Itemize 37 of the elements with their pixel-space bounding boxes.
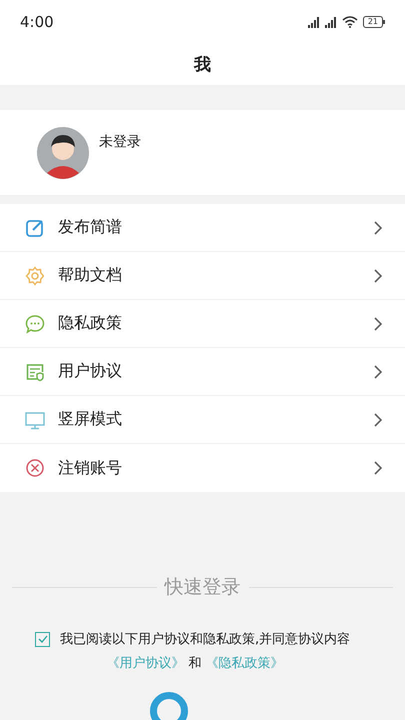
chevron-right-icon [373, 364, 383, 380]
edit-icon [25, 218, 45, 238]
chevron-right-icon [373, 268, 383, 284]
signal-icon [324, 16, 337, 28]
document-shield-icon [25, 362, 45, 382]
conjunction-text: 和 [188, 655, 202, 672]
menu-label: 发布简谱 [58, 217, 123, 238]
signal-icon [308, 16, 320, 28]
menu-item[interactable]: 发布简谱 [0, 204, 405, 252]
menu-label: 注销账号 [58, 458, 123, 478]
menu-label: 竖屏模式 [58, 409, 123, 430]
chevron-right-icon [373, 460, 383, 476]
page-title: 我 [194, 54, 211, 76]
menu-item[interactable]: 竖屏模式 [0, 396, 405, 444]
menu-item[interactable]: 帮助文档 [0, 252, 405, 300]
login-status: 未登录 [99, 133, 141, 151]
menu-item[interactable]: 注销账号 [0, 444, 405, 492]
menu-item[interactable]: 隐私政策 [0, 300, 405, 348]
checkmark-icon [38, 635, 48, 643]
monitor-icon [25, 410, 45, 430]
menu-item[interactable]: 用户协议 [0, 348, 405, 396]
settings-icon [25, 266, 45, 286]
chevron-right-icon [373, 412, 383, 428]
wifi-icon [342, 16, 358, 28]
chat-bubble-icon [25, 314, 45, 334]
chevron-right-icon [373, 316, 383, 332]
menu-label: 隐私政策 [58, 313, 123, 334]
agreement-checkbox[interactable] [35, 632, 50, 646]
cancel-icon [25, 458, 45, 478]
agreement-text: 我已阅读以下用户协议和隐私政策,并同意协议内容 [60, 631, 350, 648]
section-title: 快速登录 [164, 575, 240, 600]
chevron-right-icon [373, 220, 383, 236]
avatar [37, 127, 89, 179]
menu-label: 帮助文档 [58, 265, 123, 286]
battery-level: 21 [362, 16, 383, 28]
status-time: 4:00 [20, 13, 54, 31]
menu-label: 用户协议 [58, 361, 123, 382]
